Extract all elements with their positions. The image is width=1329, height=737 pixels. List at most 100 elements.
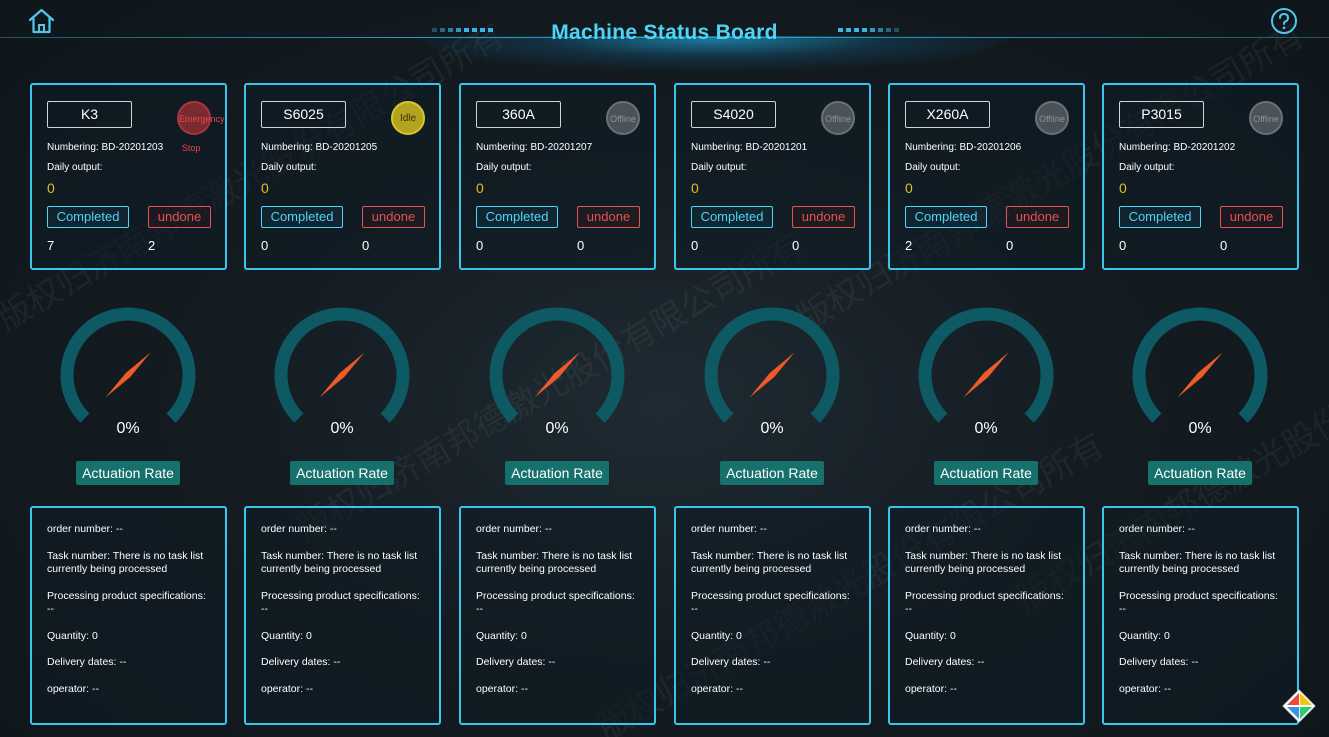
- machine-numbering: Numbering: BD-20201206: [905, 142, 1022, 153]
- order-number: order number: --: [261, 523, 337, 535]
- undone-button[interactable]: undone: [362, 206, 425, 228]
- machine-name-box: 360A: [476, 101, 561, 128]
- completed-count: 0: [261, 238, 269, 253]
- machine-name-box: X260A: [905, 101, 990, 128]
- spec-label: Processing product specifications:: [476, 590, 635, 602]
- operator: operator: --: [261, 683, 313, 695]
- undone-count: 0: [1220, 238, 1228, 253]
- quantity: Quantity: 0: [261, 630, 312, 642]
- delivery-dates: Delivery dates: --: [261, 656, 341, 668]
- undone-button[interactable]: undone: [792, 206, 855, 228]
- actuation-rate-label: Actuation Rate: [76, 461, 180, 485]
- daily-output-label: Daily output:: [261, 162, 317, 173]
- task-number: Task number: There is no task list curre…: [261, 550, 418, 575]
- gauge-needle: [534, 352, 580, 398]
- undone-button[interactable]: undone: [577, 206, 640, 228]
- task-number: Task number: There is no task list curre…: [476, 550, 633, 575]
- delivery-dates: Delivery dates: --: [1119, 656, 1199, 668]
- completed-count: 2: [905, 238, 913, 253]
- task-number: Task number: There is no task list curre…: [905, 550, 1062, 575]
- completed-button[interactable]: Completed: [1119, 206, 1201, 228]
- order-info-card: order number: -- Task number: There is no…: [459, 506, 656, 725]
- actuation-gauge: 0%: [487, 305, 627, 445]
- completed-button[interactable]: Completed: [47, 206, 129, 228]
- spec-value: --: [261, 603, 268, 615]
- order-info-card: order number: -- Task number: There is no…: [1102, 506, 1299, 725]
- actuation-rate-label: Actuation Rate: [290, 461, 394, 485]
- status-subtext: Stop: [182, 143, 201, 153]
- quantity: Quantity: 0: [1119, 630, 1170, 642]
- delivery-dates: Delivery dates: --: [47, 656, 127, 668]
- daily-output-value: 0: [1119, 180, 1127, 196]
- machine-card: X260A Offline Numbering: BD-20201206 Daily …: [888, 83, 1085, 270]
- header: Machine Status Board: [0, 0, 1329, 70]
- actuation-rate-label: Actuation Rate: [720, 461, 824, 485]
- order-info-card: order number: -- Task number: There is no…: [674, 506, 871, 725]
- daily-output-label: Daily output:: [1119, 162, 1175, 173]
- status-indicator: Offline: [606, 101, 640, 135]
- delivery-dates: Delivery dates: --: [476, 656, 556, 668]
- completed-button[interactable]: Completed: [476, 206, 558, 228]
- actuation-rate-label: Actuation Rate: [934, 461, 1038, 485]
- gauge-value: 0%: [974, 420, 998, 437]
- machine-name-box: K3: [47, 101, 132, 128]
- spec-label: Processing product specifications:: [1119, 590, 1278, 602]
- order-number: order number: --: [1119, 523, 1195, 535]
- spec-value: --: [905, 603, 912, 615]
- daily-output-label: Daily output:: [691, 162, 747, 173]
- operator: operator: --: [47, 683, 99, 695]
- gauge-value: 0%: [545, 420, 569, 437]
- machine-numbering: Numbering: BD-20201201: [691, 142, 808, 153]
- actuation-rate-label: Actuation Rate: [1148, 461, 1252, 485]
- gauge-track: [704, 307, 840, 423]
- completed-count: 7: [47, 238, 55, 253]
- daily-output-label: Daily output:: [476, 162, 532, 173]
- gauge-track: [1132, 307, 1268, 423]
- completed-button[interactable]: Completed: [691, 206, 773, 228]
- order-number: order number: --: [476, 523, 552, 535]
- delivery-dates: Delivery dates: --: [691, 656, 771, 668]
- undone-button[interactable]: undone: [1006, 206, 1069, 228]
- page-title: Machine Status Board: [551, 21, 778, 44]
- order-number: order number: --: [691, 523, 767, 535]
- machine-numbering: Numbering: BD-20201203: [47, 142, 164, 153]
- completed-count: 0: [1119, 238, 1127, 253]
- operator: operator: --: [1119, 683, 1171, 695]
- daily-output-label: Daily output:: [905, 162, 961, 173]
- machine-card: K3 Emergency Stop Numbering: BD-20201203 Dai…: [30, 83, 227, 270]
- gauge-track: [489, 307, 625, 423]
- help-icon[interactable]: [1270, 7, 1298, 35]
- operator: operator: --: [476, 683, 528, 695]
- gauge-track: [918, 307, 1054, 423]
- quantity: Quantity: 0: [47, 630, 98, 642]
- status-indicator: Offline: [1249, 101, 1283, 135]
- daily-output-value: 0: [905, 180, 913, 196]
- completed-button[interactable]: Completed: [261, 206, 343, 228]
- machine-card: P3015 Offline Numbering: BD-20201202 Daily …: [1102, 83, 1299, 270]
- task-number: Task number: There is no task list curre…: [1119, 550, 1276, 575]
- operator: operator: --: [905, 683, 957, 695]
- spec-value: --: [1119, 603, 1126, 615]
- daily-output-value: 0: [47, 180, 55, 196]
- machine-name-box: S4020: [691, 101, 776, 128]
- actuation-gauge: 0%: [58, 305, 198, 445]
- quantity: Quantity: 0: [691, 630, 742, 642]
- completed-button[interactable]: Completed: [905, 206, 987, 228]
- gauge-needle: [963, 352, 1009, 398]
- order-info-card: order number: -- Task number: There is no…: [30, 506, 227, 725]
- spec-value: --: [691, 603, 698, 615]
- gauge-needle: [105, 352, 151, 398]
- undone-count: 0: [577, 238, 585, 253]
- machine-name-box: S6025: [261, 101, 346, 128]
- gauge-track: [60, 307, 196, 423]
- undone-button[interactable]: undone: [148, 206, 211, 228]
- spec-label: Processing product specifications:: [905, 590, 1064, 602]
- actuation-gauge: 0%: [702, 305, 842, 445]
- home-icon[interactable]: [28, 8, 55, 34]
- daily-output-value: 0: [476, 180, 484, 196]
- gauge-needle: [319, 352, 365, 398]
- order-number: order number: --: [47, 523, 123, 535]
- machine-card: S6025 Idle Numbering: BD-20201205 Daily out…: [244, 83, 441, 270]
- undone-button[interactable]: undone: [1220, 206, 1283, 228]
- app-logo-icon[interactable]: [1282, 689, 1316, 723]
